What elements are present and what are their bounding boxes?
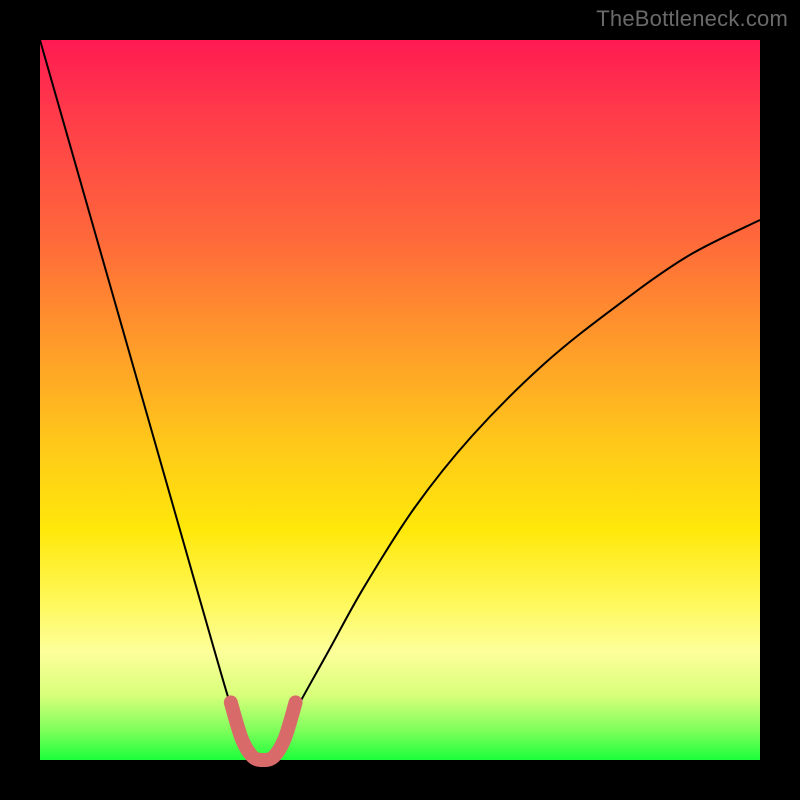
chart-frame: TheBottleneck.com bbox=[0, 0, 800, 800]
series-bottleneck-curve bbox=[40, 40, 760, 760]
watermark-text: TheBottleneck.com bbox=[596, 6, 788, 32]
series-highlight-valley bbox=[231, 702, 296, 760]
plot-area bbox=[40, 40, 760, 760]
curve-svg bbox=[40, 40, 760, 760]
